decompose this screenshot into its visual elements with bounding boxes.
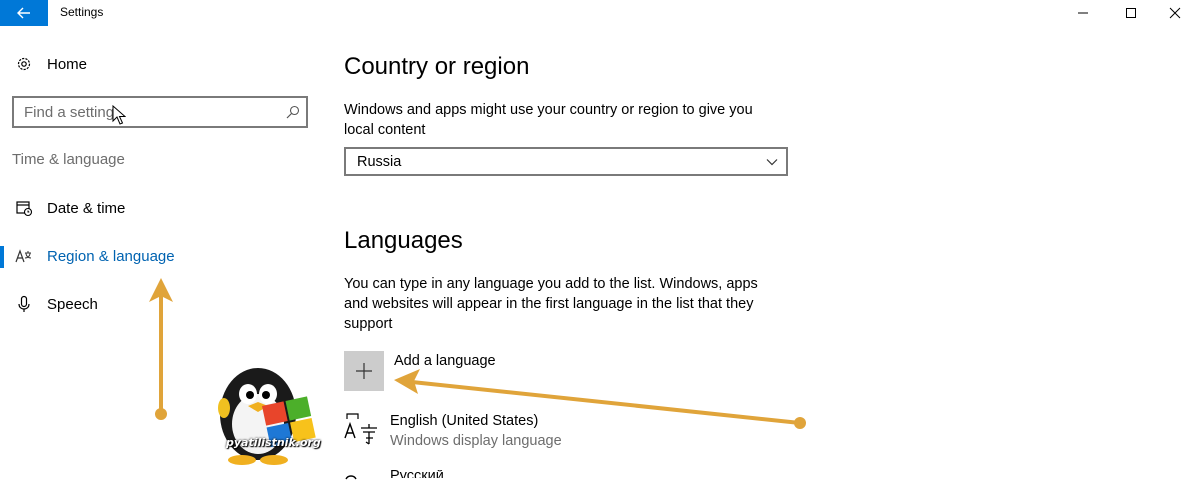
plus-icon: [356, 363, 372, 379]
calendar-clock-icon: [15, 199, 33, 217]
back-button[interactable]: [0, 0, 48, 26]
sidebar-item-region-language[interactable]: Region & language: [0, 238, 320, 274]
country-description: Windows and apps might use your country …: [344, 102, 753, 138]
chevron-down-icon: [766, 159, 778, 166]
language-item-russian[interactable]: Русский: [344, 470, 784, 482]
language-icon: [344, 413, 377, 445]
close-button[interactable]: [1152, 0, 1196, 26]
search-icon[interactable]: [286, 105, 300, 119]
languages-heading: Languages: [344, 227, 463, 254]
title-bar: Settings: [0, 0, 1196, 30]
region-language-icon: [15, 247, 33, 265]
search-input[interactable]: [14, 98, 274, 126]
microphone-icon: [15, 295, 33, 313]
sidebar-item-date-time[interactable]: Date & time: [0, 190, 320, 226]
language-name: Русский: [390, 470, 444, 478]
sidebar-item-label: Speech: [47, 295, 98, 313]
add-language-button[interactable]: [344, 351, 384, 391]
sidebar-item-speech[interactable]: Speech: [0, 286, 320, 322]
language-subtitle: Windows display language: [390, 433, 562, 449]
minimize-icon: [1078, 12, 1088, 14]
add-language-label[interactable]: Add a language: [394, 353, 496, 369]
country-heading: Country or region: [344, 53, 530, 80]
language-icon: [345, 475, 357, 480]
maximize-button[interactable]: [1108, 0, 1154, 26]
country-select-value: Russia: [357, 154, 402, 170]
back-arrow-icon: [17, 7, 30, 19]
close-icon: [1169, 7, 1181, 19]
minimize-button[interactable]: [1060, 0, 1106, 26]
watermark-text: pyatilistnik.org: [226, 436, 321, 449]
search-box[interactable]: [12, 96, 308, 128]
sidebar-item-label: Region & language: [47, 247, 175, 265]
mouse-cursor-icon: [112, 105, 126, 125]
language-name: English (United States): [390, 413, 539, 429]
nav-home[interactable]: Home: [0, 46, 320, 82]
languages-description: You can type in any language you add to …: [344, 276, 758, 332]
window-title: Settings: [60, 5, 104, 19]
sidebar-item-label: Date & time: [47, 199, 126, 217]
gear-icon: [15, 55, 33, 73]
section-label: Time & language: [12, 151, 125, 168]
country-select[interactable]: Russia: [344, 147, 788, 176]
watermark-logo: [218, 368, 316, 465]
language-item-english[interactable]: English (United States) Windows display …: [344, 410, 784, 454]
nav-home-label: Home: [47, 55, 88, 73]
maximize-icon: [1126, 8, 1136, 18]
